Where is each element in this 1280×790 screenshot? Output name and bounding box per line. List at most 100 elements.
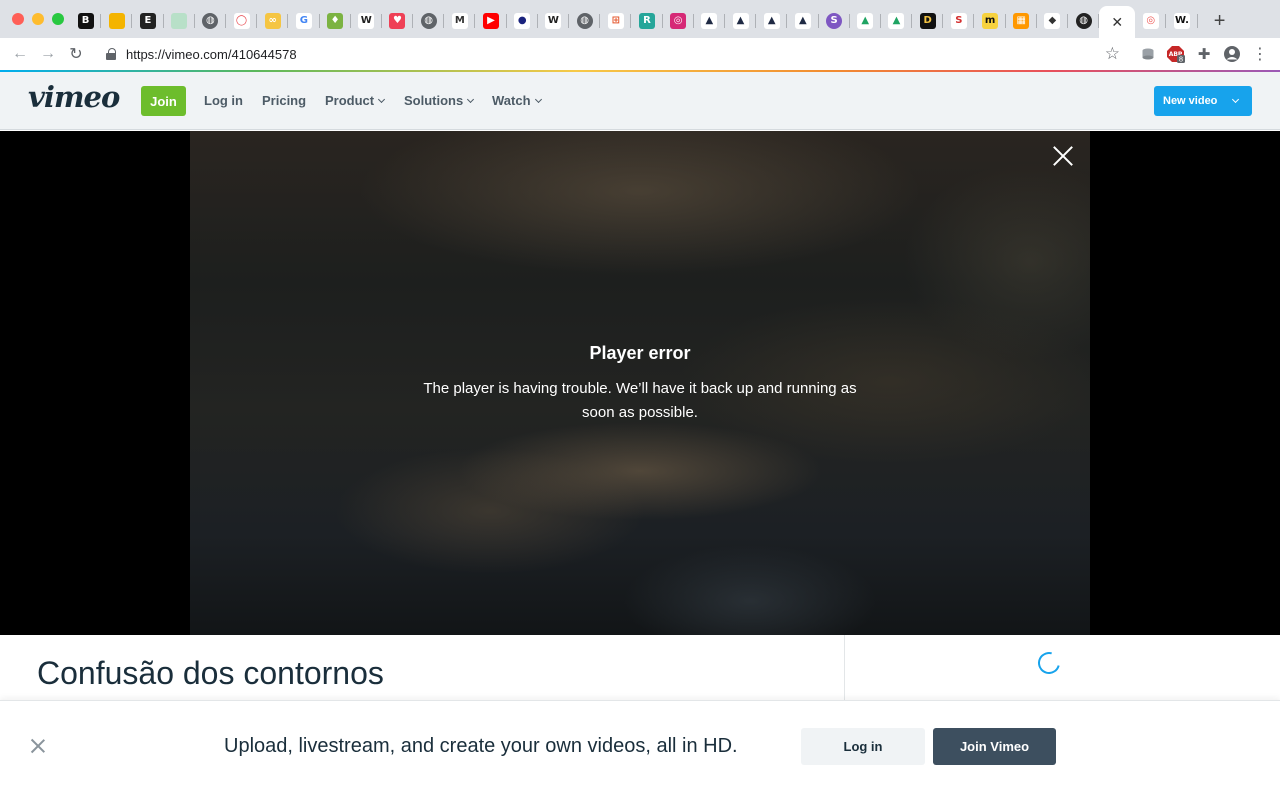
player-error-title: Player error (589, 343, 691, 363)
browser-tab[interactable]: ∞ (257, 6, 289, 36)
nav-product-menu[interactable]: Product (325, 93, 386, 108)
new-video-label: New video (1163, 95, 1218, 107)
browser-tabstrip: B E ◍ ◯ ∞ G ♦ W ♥ ◍ M ▶ ● W ◍ ⊞ R ◎ ▲ ▲ ▲ ▲ S ▲ ▲ D Sm ▦ ◆ ◍ ✕ ◎ W. + (0, 0, 1280, 38)
globe-icon: ◍ (420, 13, 437, 29)
browser-menu-icon[interactable]: ⋮ (1250, 44, 1270, 64)
browser-tab[interactable]: ▲ (756, 6, 788, 36)
player-error-message: The player is having trouble. We’ll have… (423, 380, 857, 421)
join-button[interactable]: Join (141, 86, 186, 116)
browser-tab[interactable]: ▦ (1006, 6, 1038, 36)
close-icon[interactable]: ✕ (1111, 14, 1123, 31)
video-title: Confusão dos contornos (37, 655, 384, 691)
browser-tab[interactable]: ◯ (226, 6, 258, 36)
nav-watch-menu[interactable]: Watch (492, 93, 542, 108)
pocket-icon: ♥ (389, 13, 406, 29)
window-maximize-button[interactable] (52, 13, 64, 25)
nav-login-link[interactable]: Log in (204, 93, 243, 108)
youtube-icon: ▶ (483, 13, 500, 29)
bookmark-star-icon[interactable]: ☆ (1105, 44, 1120, 64)
browser-tab[interactable]: G (288, 6, 320, 36)
url-text[interactable]: https://vimeo.com/410644578 (126, 47, 297, 62)
nav-solutions-menu[interactable]: Solutions (404, 93, 475, 108)
w-dot-icon: W. (1173, 13, 1190, 29)
browser-tab[interactable]: ◆ (1037, 6, 1069, 36)
d-square-icon: D (919, 13, 936, 29)
instagram-icon: ◎ (670, 13, 687, 29)
browser-tab[interactable]: W (538, 6, 570, 36)
chevron-down-icon (1231, 95, 1240, 104)
m-yellow-icon: m (982, 13, 999, 29)
banner-message: Upload, livestream, and create your own … (224, 735, 738, 757)
target-icon: ◎ (1142, 13, 1159, 29)
join-vimeo-button[interactable]: Join Vimeo (933, 728, 1056, 765)
tab-row: B E ◍ ◯ ∞ G ♦ W ♥ ◍ M ▶ ● W ◍ ⊞ R ◎ ▲ ▲ ▲ ▲ S ▲ ▲ D Sm ▦ ◆ ◍ ✕ ◎ W. + (70, 6, 1234, 38)
video-player[interactable]: Player error The player is having troubl… (190, 131, 1090, 635)
grid-icon: ⊞ (607, 13, 624, 29)
close-icon[interactable] (31, 739, 45, 753)
new-video-button[interactable]: New video (1154, 86, 1252, 116)
reload-icon[interactable]: ↻ (64, 42, 88, 66)
browser-tab-active[interactable]: ✕ (1099, 6, 1136, 38)
medium-icon: M (451, 13, 468, 29)
arc-icon: ▲ (763, 13, 780, 29)
browser-tab[interactable]: ◍ (569, 6, 601, 36)
lock-icon[interactable] (106, 48, 116, 60)
window-close-button[interactable] (12, 13, 24, 25)
browser-tab[interactable]: ♦ (320, 6, 351, 36)
browser-tab[interactable]: ● (507, 6, 539, 36)
database-extension-icon[interactable] (1138, 44, 1158, 64)
b-square-icon: B (77, 13, 94, 29)
circle-dark-icon: ● (514, 13, 531, 29)
chevron-down-icon (467, 95, 475, 104)
r-square-icon: R (638, 13, 655, 29)
browser-tab[interactable]: S (819, 6, 850, 36)
sheet-icon (171, 13, 188, 29)
wikipedia-icon: W (545, 13, 562, 29)
nav-pricing-link[interactable]: Pricing (262, 93, 306, 108)
browser-tab[interactable]: ⊞ (600, 6, 632, 36)
address-bar[interactable]: https://vimeo.com/410644578 ☆ (96, 41, 1128, 67)
browser-tab[interactable]: ▲ (881, 6, 913, 36)
browser-tab[interactable]: B (70, 6, 102, 36)
browser-tab[interactable]: W. (1166, 6, 1198, 36)
browser-tab[interactable]: ◍ (413, 6, 445, 36)
window-minimize-button[interactable] (32, 13, 44, 25)
s-circle-icon: S (826, 13, 843, 29)
browser-tab[interactable]: ◎ (663, 6, 694, 36)
browser-tab[interactable]: ▲ (694, 6, 726, 36)
browser-tab[interactable]: ▶ (475, 6, 507, 36)
e-square-icon: E (139, 13, 156, 29)
browser-tab[interactable] (101, 6, 133, 36)
new-tab-plus-icon[interactable]: + (1206, 6, 1234, 36)
browser-tab[interactable]: W (351, 6, 383, 36)
browser-tab[interactable]: ▲ (787, 6, 819, 36)
browser-tab[interactable]: ▲ (850, 6, 882, 36)
forward-arrow-icon[interactable]: → (36, 42, 60, 66)
banner-login-button[interactable]: Log in (801, 728, 925, 765)
extensions-puzzle-icon[interactable]: ✚ (1194, 44, 1214, 64)
link-icon: ∞ (264, 13, 281, 29)
browser-tab[interactable] (164, 6, 195, 36)
blocks-icon: ▦ (1013, 13, 1030, 29)
close-icon[interactable] (1052, 145, 1074, 167)
globe-icon: ◍ (202, 13, 219, 29)
browser-tab[interactable]: E (132, 6, 164, 36)
arc-icon: ▲ (794, 13, 811, 29)
vimeo-logo[interactable]: vimeo (28, 80, 120, 114)
browser-tab[interactable]: M (444, 6, 476, 36)
profile-avatar-icon[interactable] (1222, 44, 1242, 64)
browser-tab[interactable]: ◍ (1068, 6, 1100, 36)
browser-tab[interactable]: ◍ (195, 6, 227, 36)
browser-tab[interactable]: ▲ (725, 6, 757, 36)
globe-dark-icon: ◍ (1075, 13, 1092, 29)
globe-icon: ◍ (576, 13, 593, 29)
browser-tab[interactable]: S (943, 6, 975, 36)
browser-tab[interactable]: ◎ (1135, 6, 1167, 36)
browser-tab[interactable]: ♥ (382, 6, 414, 36)
browser-tab[interactable]: m (974, 6, 1006, 36)
back-arrow-icon[interactable]: ← (8, 42, 32, 66)
adblock-extension-icon[interactable]: ABP 8 (1166, 44, 1186, 64)
video-info-area: Confusão dos contornos (0, 635, 1280, 700)
browser-tab[interactable]: D (912, 6, 944, 36)
browser-tab[interactable]: R (631, 6, 663, 36)
